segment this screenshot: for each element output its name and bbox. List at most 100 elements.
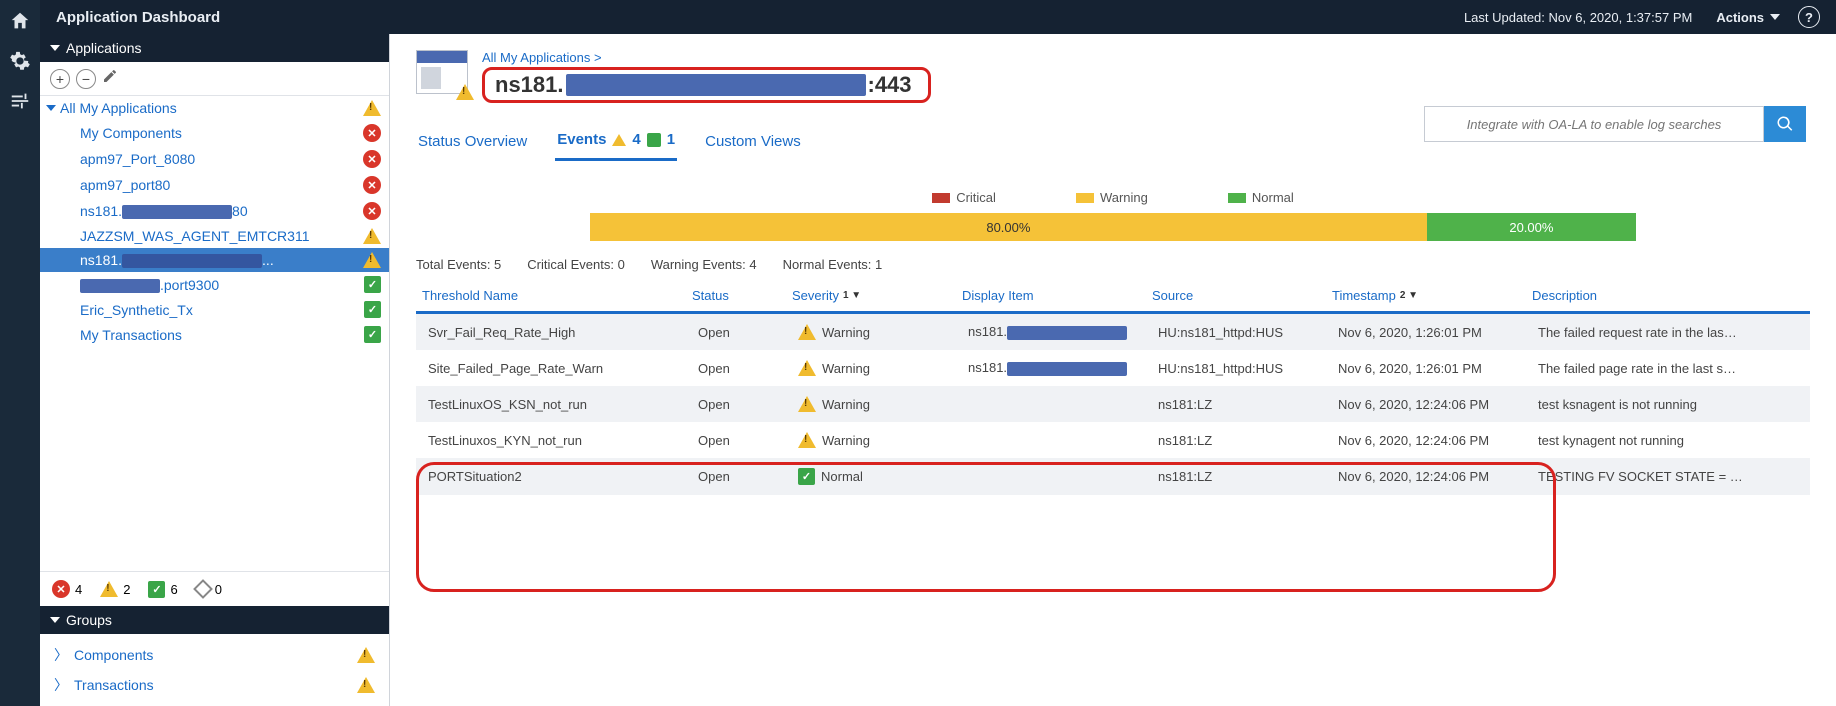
cell-display: ns181. [962,324,1152,340]
sidebar: Applications + − All My Applications My … [40,34,390,706]
top-bar: Application Dashboard Last Updated: Nov … [40,0,1836,34]
col-timestamp[interactable]: Timestamp2 ▼ [1326,280,1526,311]
table-row[interactable]: TestLinuxOS_KSN_not_runOpen Warningns181… [416,386,1810,422]
col-description[interactable]: Description [1526,280,1810,311]
tree-item[interactable]: My Components ✕ [40,120,389,146]
warning-icon [100,581,118,597]
edit-icon[interactable] [102,68,118,89]
legend-normal-swatch [1228,193,1246,203]
tree-item-selected[interactable]: ns181.... [40,248,389,272]
main-area: Application Dashboard Last Updated: Nov … [40,0,1836,706]
tree-item[interactable]: .port9300 ✓ [40,272,389,297]
breadcrumb[interactable]: All My Applications > [482,50,931,65]
legend-warning-swatch [1076,193,1094,203]
tab-status-overview[interactable]: Status Overview [416,125,529,161]
cell-timestamp: Nov 6, 2020, 12:24:06 PM [1332,469,1532,484]
page-title: Application Dashboard [56,9,220,26]
home-icon[interactable] [7,8,33,34]
warning-icon [363,100,381,116]
search-input[interactable] [1424,106,1764,142]
tree-item[interactable]: apm97_Port_8080 ✕ [40,146,389,172]
col-source[interactable]: Source [1146,280,1326,311]
actions-dropdown[interactable]: Actions [1716,10,1780,25]
warning-icon [363,252,381,268]
chevron-down-icon [1770,14,1780,20]
critical-icon: ✕ [363,124,381,142]
chevron-down-icon [50,617,60,623]
applications-toolbar: + − [40,62,389,96]
table-row[interactable]: Site_Failed_Page_Rate_WarnOpen Warningns… [416,350,1810,386]
add-button[interactable]: + [50,69,70,89]
search-row [1424,106,1806,142]
cell-description: test ksnagent is not running [1532,397,1804,412]
warning-icon [456,84,474,100]
last-updated: Last Updated: Nov 6, 2020, 1:37:57 PM [1464,10,1692,25]
critical-icon: ✕ [52,580,70,598]
cell-timestamp: Nov 6, 2020, 12:24:06 PM [1332,433,1532,448]
groups-list: 〉 Components 〉 Transactions [40,634,389,706]
cell-threshold: PORTSituation2 [422,469,692,484]
tree-item[interactable]: Eric_Synthetic_Tx ✓ [40,297,389,322]
normal-icon: ✓ [798,468,815,485]
legend: Critical Warning Normal [390,190,1836,205]
search-button[interactable] [1764,106,1806,142]
critical-icon: ✕ [363,150,381,168]
applications-tree: All My Applications My Components ✕ apm9… [40,96,389,571]
cell-source: HU:ns181_httpd:HUS [1152,361,1332,376]
sliders-icon[interactable] [7,88,33,114]
normal-icon: ✓ [364,301,381,318]
bar-normal-segment: 20.00% [1427,213,1636,241]
warning-icon [798,360,816,376]
cell-description: The failed page rate in the last s… [1532,361,1804,376]
group-item[interactable]: 〉 Transactions [40,670,389,700]
events-table: Threshold Name Status Severity1 ▼ Displa… [416,280,1810,495]
remove-button[interactable]: − [76,69,96,89]
tree-item[interactable]: ns181.80 ✕ [40,198,389,224]
cell-source: HU:ns181_httpd:HUS [1152,325,1332,340]
tab-custom-views[interactable]: Custom Views [703,125,803,161]
expand-icon [46,105,56,111]
cell-status: Open [692,361,792,376]
col-severity[interactable]: Severity1 ▼ [786,280,956,311]
tree-item[interactable]: apm97_port80 ✕ [40,172,389,198]
cell-threshold: TestLinuxos_KYN_not_run [422,433,692,448]
table-row[interactable]: PORTSituation2Open✓ Normalns181:LZNov 6,… [416,458,1810,495]
critical-icon: ✕ [363,176,381,194]
groups-section-header[interactable]: Groups [40,606,389,634]
cell-description: TESTING FV SOCKET STATE = … [1532,469,1804,484]
table-header: Threshold Name Status Severity1 ▼ Displa… [416,280,1810,314]
warning-icon [363,228,381,244]
chevron-right-icon: 〉 [54,675,68,695]
col-threshold[interactable]: Threshold Name [416,280,686,311]
normal-icon: ✓ [364,276,381,293]
severity-bar: 80.00% 20.00% [590,213,1636,241]
normal-icon: ✓ [148,581,165,598]
legend-critical-swatch [932,193,950,203]
table-row[interactable]: TestLinuxos_KYN_not_runOpen Warningns181… [416,422,1810,458]
cell-description: The failed request rate in the las… [1532,325,1804,340]
cell-source: ns181:LZ [1152,397,1332,412]
help-icon[interactable]: ? [1798,6,1820,28]
critical-icon: ✕ [363,202,381,220]
warning-icon [798,324,816,340]
col-status[interactable]: Status [686,280,786,311]
table-row[interactable]: Svr_Fail_Req_Rate_HighOpen Warningns181.… [416,314,1810,350]
workspace: All My Applications > ns181. :443 Status… [390,34,1836,706]
cell-status: Open [692,433,792,448]
cell-timestamp: Nov 6, 2020, 1:26:01 PM [1332,361,1532,376]
tab-events[interactable]: Events 4 1 [555,125,677,161]
normal-icon: ✓ [364,326,381,343]
warning-icon [357,677,375,693]
gears-icon[interactable] [7,48,33,74]
col-display-item[interactable]: Display Item [956,280,1146,311]
cell-threshold: Site_Failed_Page_Rate_Warn [422,361,692,376]
group-item[interactable]: 〉 Components [40,640,389,670]
tree-item[interactable]: JAZZSM_WAS_AGENT_EMTCR311 [40,224,389,248]
cell-description: test kynagent not running [1532,433,1804,448]
tree-root[interactable]: All My Applications [40,96,389,120]
tree-item[interactable]: My Transactions ✓ [40,322,389,347]
content-row: Applications + − All My Applications My … [40,34,1836,706]
cell-severity: Warning [792,432,962,448]
cell-severity: Warning [792,360,962,376]
applications-section-header[interactable]: Applications [40,34,389,62]
